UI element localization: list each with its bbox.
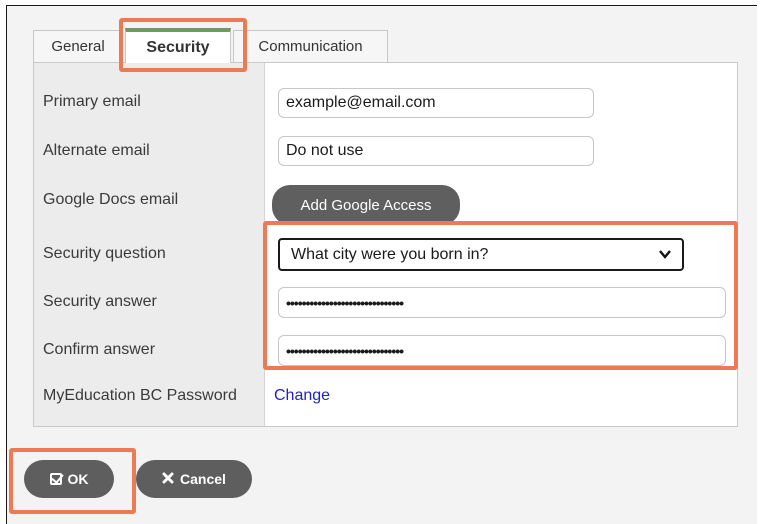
google-docs-email-label: Google Docs email [43, 191, 179, 208]
close-icon [162, 471, 174, 487]
change-password-link[interactable]: Change [274, 387, 330, 405]
alternate-email-input[interactable]: Do not use [278, 136, 594, 166]
tab-security[interactable]: Security [125, 28, 231, 63]
ok-button[interactable]: OK [24, 460, 114, 498]
primary-email-label: Primary email [43, 93, 141, 110]
primary-email-input[interactable]: example@email.com [278, 88, 594, 118]
cancel-button[interactable]: Cancel [136, 460, 252, 498]
confirm-answer-input[interactable]: •••••••••••••••••••••••••••••• [278, 335, 726, 366]
tab-communication[interactable]: Communication [233, 30, 388, 62]
security-question-value: What city were you born in? [291, 245, 489, 263]
cancel-label: Cancel [180, 471, 226, 487]
confirm-answer-label: Confirm answer [43, 341, 156, 358]
security-answer-label: Security answer [43, 293, 157, 310]
myeducation-password-label: MyEducation BC Password [43, 387, 237, 404]
checkbox-check-icon [49, 473, 62, 485]
security-panel: Primary email example@email.com Alternat… [33, 62, 738, 427]
add-google-access-button[interactable]: Add Google Access [272, 185, 460, 225]
security-question-label: Security question [43, 245, 166, 262]
alternate-email-label: Alternate email [43, 142, 150, 159]
confirm-answer-masked: •••••••••••••••••••••••••••••• [286, 342, 404, 359]
chevron-down-icon [659, 246, 671, 264]
tab-general[interactable]: General [33, 30, 123, 62]
security-question-select[interactable]: What city were you born in? [278, 238, 684, 271]
security-answer-masked: •••••••••••••••••••••••••••••• [286, 294, 404, 311]
security-answer-input[interactable]: •••••••••••••••••••••••••••••• [278, 287, 726, 318]
ok-label: OK [67, 471, 89, 487]
